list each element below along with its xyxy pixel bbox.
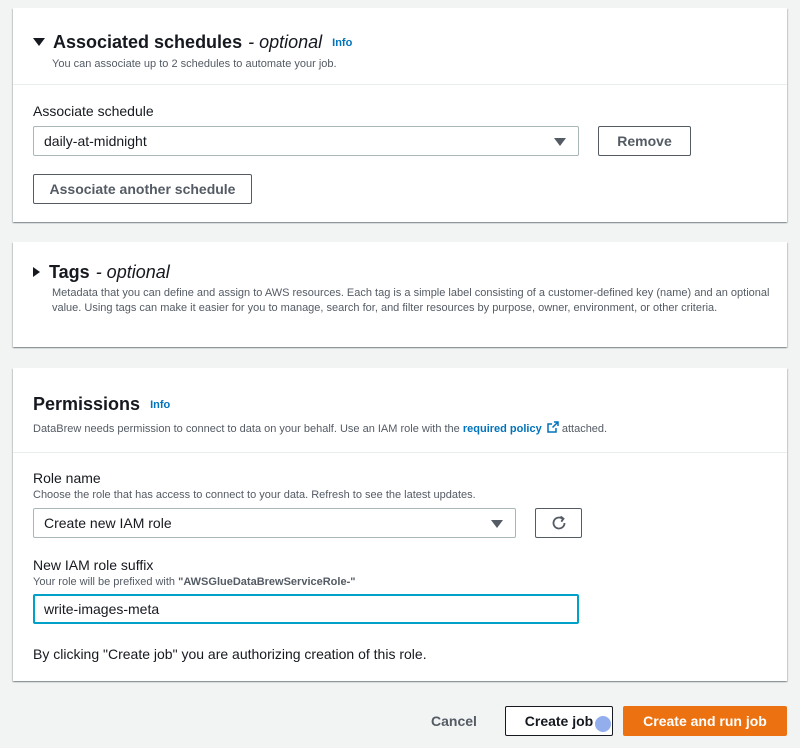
tags-heading[interactable]: Tags - optional [33, 260, 767, 284]
external-link-icon [547, 421, 559, 433]
create-and-run-job-button[interactable]: Create and run job [623, 706, 787, 736]
role-name-description: Choose the role that has access to conne… [33, 489, 476, 501]
permissions-panel: Permissions Info DataBrew needs permissi… [13, 368, 787, 681]
role-name-label: Role name [33, 470, 101, 486]
authorize-note: By clicking "Create job" you are authori… [33, 646, 427, 662]
tags-header: Tags - optional Metadata that you can de… [13, 242, 787, 316]
suffix-prefix-value: "AWSGlueDataBrewServiceRole-" [178, 576, 356, 588]
role-name-select[interactable]: Create new IAM role [33, 508, 516, 538]
required-policy-label: required policy [462, 423, 542, 435]
role-name-select-value: Create new IAM role [44, 515, 172, 531]
schedule-select[interactable]: daily-at-midnight [33, 126, 579, 156]
associate-another-schedule-button[interactable]: Associate another schedule [33, 174, 252, 204]
info-link[interactable]: Info [150, 393, 170, 417]
permissions-header: Permissions Info DataBrew needs permissi… [13, 368, 787, 437]
refresh-icon [552, 515, 565, 530]
associated-schedules-header: Associated schedules - optional Info You… [13, 8, 787, 72]
tags-title: Tags [49, 262, 90, 282]
required-policy-link[interactable]: required policy [462, 421, 562, 435]
optional-label: - optional [248, 31, 323, 52]
caret-right-icon[interactable] [33, 267, 40, 277]
tags-description: Metadata that you can define and assign … [52, 287, 770, 314]
suffix-description-text: Your role will be prefixed with [33, 576, 176, 588]
associated-schedules-description: You can associate up to 2 schedules to a… [52, 58, 337, 70]
info-link[interactable]: Info [332, 31, 352, 55]
remove-button[interactable]: Remove [598, 126, 691, 156]
dropdown-caret-icon [491, 520, 503, 528]
iam-role-suffix-input[interactable]: write-images-meta [33, 594, 579, 624]
associated-schedules-title: Associated schedules [53, 31, 243, 52]
associate-schedule-label: Associate schedule [33, 103, 154, 119]
cancel-button[interactable]: Cancel [420, 706, 488, 736]
iam-role-suffix-value: write-images-meta [44, 601, 160, 617]
cursor-indicator [595, 716, 611, 732]
permissions-title: Permissions [33, 393, 141, 414]
permissions-description: DataBrew needs permission to connect to … [33, 421, 767, 437]
associated-schedules-panel: Associated schedules - optional Info You… [13, 8, 787, 222]
associated-schedules-heading[interactable]: Associated schedules - optional Info [33, 28, 767, 55]
iam-role-suffix-description: Your role will be prefixed with "AWSGlue… [33, 575, 355, 590]
tags-panel: Tags - optional Metadata that you can de… [13, 242, 787, 347]
permissions-description-suffix: attached. [561, 423, 608, 435]
refresh-button[interactable] [535, 508, 582, 538]
dropdown-caret-icon [554, 138, 566, 146]
permissions-heading: Permissions Info [33, 390, 767, 417]
optional-label: - optional [95, 262, 170, 282]
permissions-description-text: DataBrew needs permission to connect to … [33, 423, 460, 435]
caret-down-icon[interactable] [33, 37, 45, 46]
schedule-select-value: daily-at-midnight [44, 133, 147, 149]
iam-role-suffix-label: New IAM role suffix [33, 557, 154, 573]
